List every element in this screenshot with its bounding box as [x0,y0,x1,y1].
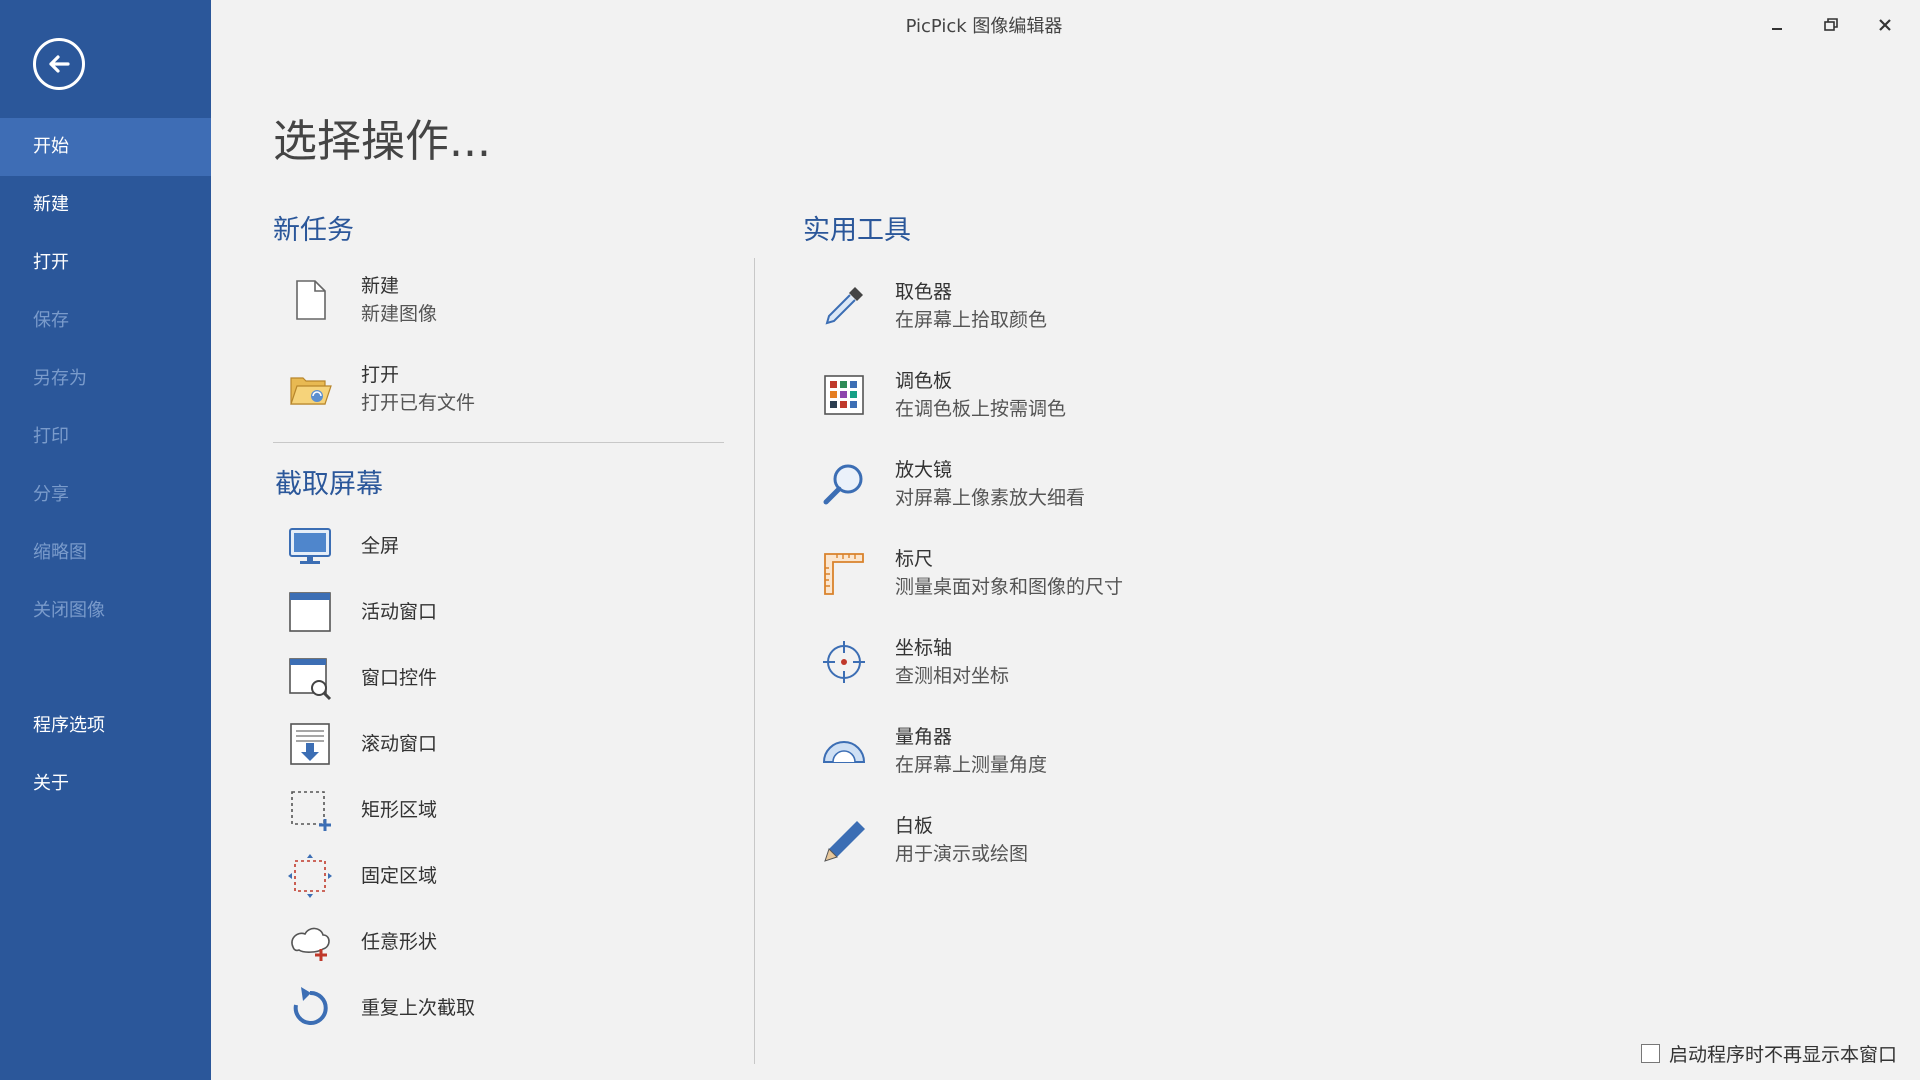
tool-eyedropper-item[interactable]: 取色器 在屏幕上拾取颜色 [818,278,1047,334]
sidebar-item-close-image[interactable]: 关闭图像 [0,582,211,640]
freehand-shape-icon [291,927,330,961]
restore-button[interactable] [1809,8,1853,42]
window-title: PicPick 图像编辑器 [905,16,1063,37]
tool-protractor-label: 量角器 [895,726,953,748]
startup-checkbox[interactable]: 启动程序时不再显示本窗口 [1641,1040,1897,1067]
capture-active-window-label: 活动窗口 [361,601,438,623]
page-title: 选择操作... [273,116,491,167]
capture-scroll-window-label: 滚动窗口 [361,733,438,755]
tool-magnifier-label: 放大镜 [895,459,953,481]
tool-protractor-item[interactable]: 量角器 在屏幕上测量角度 [818,723,1047,779]
sidebar-item-start[interactable]: 开始 [0,118,211,176]
tool-eyedropper-label: 取色器 [895,281,953,303]
startup-checkbox-label: 启动程序时不再显示本窗口 [1669,1044,1898,1066]
tools-heading: 实用工具 [803,215,911,246]
tool-whiteboard-desc: 用于演示或绘图 [895,843,1029,865]
sidebar-item-print[interactable]: 打印 [0,408,211,466]
tool-crosshair-desc: 查测相对坐标 [895,665,1010,687]
capture-fixed-region-item[interactable]: 固定区域 [284,850,437,902]
capture-rect-region-label: 矩形区域 [361,799,438,821]
tool-crosshair-label: 坐标轴 [895,637,953,659]
tool-ruler-desc: 测量桌面对象和图像的尺寸 [895,576,1124,598]
sidebar-item-share[interactable]: 分享 [0,466,211,524]
palette-icon [824,375,864,415]
capture-active-window-item[interactable]: 活动窗口 [284,586,437,638]
capture-window-control-item[interactable]: 窗口控件 [284,652,437,704]
tool-magnifier-item[interactable]: 放大镜 对屏幕上像素放大细看 [818,456,1085,512]
capture-window-control-label: 窗口控件 [361,667,438,689]
repeat-icon [293,987,328,1025]
open-file-item[interactable]: 打开 打开已有文件 [284,361,475,417]
ruler-icon [824,553,864,595]
tool-palette-item[interactable]: 调色板 在调色板上按需调色 [818,367,1066,423]
new-task-heading: 新任务 [273,215,354,246]
rect-region-icon [291,791,331,831]
sidebar-item-thumbnail[interactable]: 缩略图 [0,524,211,582]
magnifier-icon [823,464,863,505]
new-image-label: 新建 [361,275,400,297]
sidebar-item-new[interactable]: 新建 [0,176,211,234]
column-divider [754,258,755,1064]
tool-crosshair-item[interactable]: 坐标轴 查测相对坐标 [818,634,1009,690]
sidebar-item-save-as[interactable]: 另存为 [0,350,211,408]
checkbox-box[interactable] [1641,1044,1660,1063]
minimize-icon [1772,28,1782,30]
tool-palette-desc: 在调色板上按需调色 [895,398,1067,420]
capture-rect-region-item[interactable]: 矩形区域 [284,784,437,836]
eyedropper-icon [825,287,863,325]
sidebar-item-open[interactable]: 打开 [0,234,211,292]
arrow-left-icon [49,55,70,73]
tool-whiteboard-label: 白板 [895,815,934,837]
open-file-desc: 打开已有文件 [361,392,476,414]
new-image-item[interactable]: 新建 新建图像 [284,272,437,328]
tool-palette-label: 调色板 [895,370,953,392]
capture-fullscreen-label: 全屏 [361,535,400,557]
new-image-desc: 新建图像 [361,303,438,325]
tool-protractor-desc: 在屏幕上测量角度 [895,754,1048,776]
tool-magnifier-desc: 对屏幕上像素放大细看 [895,487,1086,509]
monitor-icon [289,528,331,564]
pen-icon [824,821,865,862]
capture-freehand-item[interactable]: 任意形状 [284,916,437,968]
capture-scroll-window-item[interactable]: 滚动窗口 [284,718,437,770]
section-divider [273,442,724,443]
tool-eyedropper-desc: 在屏幕上拾取颜色 [895,309,1048,331]
open-folder-icon [290,377,332,405]
capture-repeat-item[interactable]: 重复上次截取 [284,982,475,1034]
tool-ruler-item[interactable]: 标尺 测量桌面对象和图像的尺寸 [818,545,1123,601]
close-icon [1879,19,1891,31]
close-button[interactable] [1863,8,1907,42]
sidebar-item-about[interactable]: 关于 [0,755,211,813]
sidebar-item-save[interactable]: 保存 [0,292,211,350]
capture-heading: 截取屏幕 [275,469,383,500]
fixed-region-icon [288,854,332,898]
open-file-label: 打开 [361,364,400,386]
sidebar: 开始 新建 打开 保存 另存为 打印 分享 缩略图 关闭图像 程序选项 关于 [0,0,211,1080]
capture-repeat-label: 重复上次截取 [361,997,476,1019]
protractor-icon [822,741,866,763]
capture-fullscreen-item[interactable]: 全屏 [284,520,399,572]
tool-ruler-label: 标尺 [895,548,934,570]
back-button[interactable] [33,38,85,90]
scroll-window-icon [290,723,330,765]
sidebar-item-options[interactable]: 程序选项 [0,697,211,755]
restore-icon [1824,18,1838,31]
crosshair-icon [823,641,865,683]
window-control-icon [289,658,332,701]
capture-fixed-region-label: 固定区域 [361,865,438,887]
window-icon [289,592,331,632]
minimize-button[interactable] [1755,8,1799,42]
new-file-icon [296,280,326,320]
tool-whiteboard-item[interactable]: 白板 用于演示或绘图 [818,812,1028,868]
capture-freehand-label: 任意形状 [361,931,438,953]
